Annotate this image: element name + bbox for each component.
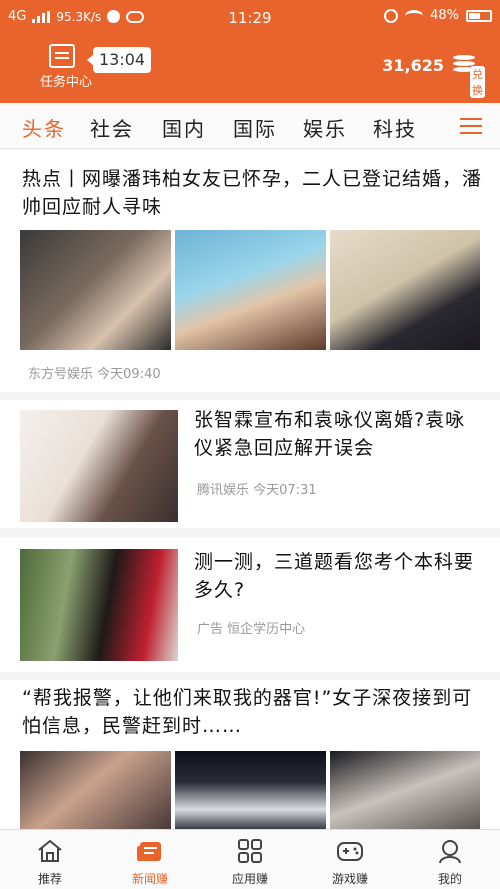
nav-label: 新闻赚 <box>131 872 168 886</box>
article-card[interactable]: 张智霖宣布和袁咏仪离婚?袁咏仪紧急回应解开误会 腾讯娱乐 今天07:31 <box>0 400 500 528</box>
profile-icon <box>439 840 461 864</box>
tab-domestic[interactable]: 国内 <box>162 113 206 142</box>
nav-label: 游戏赚 <box>331 872 368 886</box>
article-image[interactable] <box>330 230 480 350</box>
article-card[interactable]: “帮我报警，让他们来取我的器官!”女子深夜接到可怕信息，民警赶到时…… <box>0 680 500 829</box>
article-image[interactable] <box>20 751 171 829</box>
nav-label: 我的 <box>437 872 462 886</box>
nav-recommend[interactable]: 推荐 <box>0 830 100 889</box>
ad-card[interactable]: 测一测，三道题看您考个本科要多久? 广告 恒企学历中心 <box>0 538 500 672</box>
article-time: 今天07:31 <box>253 483 317 498</box>
home-icon <box>38 839 62 862</box>
tab-society[interactable]: 社会 <box>90 113 134 142</box>
news-icon <box>137 842 161 861</box>
battery-percent: 48% <box>430 8 459 23</box>
article-title[interactable]: 张智霖宣布和袁咏仪离婚?袁咏仪紧急回应解开误会 <box>194 406 482 462</box>
coin-count: 31,625 <box>382 55 444 75</box>
nav-games-earn[interactable]: 游戏赚 <box>300 830 400 889</box>
category-tabs: 头条 社会 国内 国际 娱乐 科技 <box>0 103 500 149</box>
bottom-nav: 推荐 新闻赚 应用赚 游戏赚 我的 <box>0 829 500 889</box>
tab-technology[interactable]: 科技 <box>373 113 417 142</box>
nav-apps-earn[interactable]: 应用赚 <box>200 830 300 889</box>
calendar-icon <box>49 44 75 68</box>
exchange-label[interactable]: 兑换 <box>470 66 485 98</box>
article-image[interactable] <box>330 751 480 829</box>
nav-news-earn[interactable]: 新闻赚 <box>100 830 200 889</box>
task-timer: 13:04 <box>86 47 152 73</box>
article-image[interactable] <box>20 410 178 522</box>
tab-headlines[interactable]: 头条 <box>22 113 66 142</box>
ad-image[interactable] <box>20 549 178 661</box>
nav-profile[interactable]: 我的 <box>400 830 500 889</box>
article-source: 东方号娱乐 <box>28 367 94 382</box>
article-title[interactable]: “帮我报警，让他们来取我的器官!”女子深夜接到可怕信息，民警赶到时…… <box>22 684 482 740</box>
apps-icon <box>238 839 262 863</box>
battery-icon <box>466 9 492 22</box>
article-image[interactable] <box>20 230 171 350</box>
wifi-icon <box>405 9 424 22</box>
alarm-icon <box>384 8 399 23</box>
nav-label: 推荐 <box>37 872 62 886</box>
article-image[interactable] <box>175 751 326 829</box>
coin-balance[interactable]: 31,625 兑换 <box>382 52 485 98</box>
article-title[interactable]: 热点丨网曝潘玮柏女友已怀孕，二人已登记结婚，潘帅回应耐人寻味 <box>22 165 482 221</box>
article-time: 今天09:40 <box>97 367 161 382</box>
article-meta: 东方号娱乐 今天09:40 <box>28 363 161 382</box>
article-source: 腾讯娱乐 <box>197 483 250 498</box>
tab-entertainment[interactable]: 娱乐 <box>303 113 347 142</box>
article-image[interactable] <box>175 230 326 350</box>
nav-label: 应用赚 <box>231 872 268 886</box>
gamepad-icon <box>337 842 363 861</box>
ad-meta: 广告 恒企学历中心 <box>197 622 306 637</box>
top-header: 4G 95.3K/s 11:29 48% 任务中心 13:04 31,625 兑… <box>0 0 500 103</box>
ad-title[interactable]: 测一测，三道题看您考个本科要多久? <box>194 548 482 604</box>
task-center-label: 任务中心 <box>39 75 92 90</box>
menu-icon[interactable] <box>460 118 482 134</box>
tab-international[interactable]: 国际 <box>233 113 277 142</box>
article-card[interactable]: 热点丨网曝潘玮柏女友已怀孕，二人已登记结婚，潘帅回应耐人寻味 东方号娱乐 今天0… <box>0 150 500 392</box>
article-meta: 腾讯娱乐 今天07:31 <box>197 479 317 498</box>
status-bar: 4G 95.3K/s 11:29 48% <box>0 0 500 36</box>
coin-stack-icon: 兑换 <box>450 52 485 98</box>
